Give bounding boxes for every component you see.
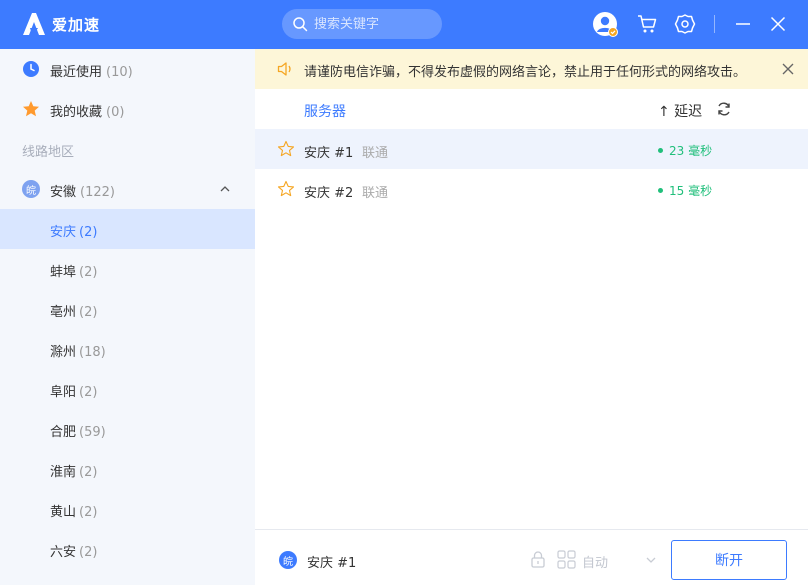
server-row[interactable]: 安庆 #2 联通 15 毫秒 — [255, 169, 808, 209]
sidebar-item-city[interactable]: 蚌埠 (2) — [0, 249, 255, 289]
sidebar-item-city[interactable]: 合肥 (59) — [0, 409, 255, 449]
minimize-icon — [736, 23, 750, 25]
minimize-button[interactable] — [730, 11, 756, 37]
server-name: 安庆 #2 — [304, 186, 354, 201]
close-icon — [770, 16, 786, 32]
logo-icon — [23, 13, 45, 35]
sidebar-item-label: 最近使用 (10) — [50, 65, 133, 80]
speaker-icon — [277, 62, 291, 76]
connection-footer: 皖 安庆 #1 自动 断开 — [255, 529, 808, 585]
current-server-name: 安庆 #1 — [307, 556, 357, 571]
current-province-badge: 皖 — [279, 551, 297, 569]
city-label: 黄山 (2) — [50, 505, 98, 520]
sidebar-item-city[interactable]: 阜阳 (2) — [0, 369, 255, 409]
favorite-star-icon[interactable] — [277, 180, 295, 198]
item-count: (122) — [80, 185, 115, 200]
server-table-header: 服务器 ↑ 延迟 — [255, 89, 808, 129]
notice-banner: 请谨防电信诈骗，不得发布虚假的网络言论，禁止用于任何形式的网络攻击。 — [255, 49, 808, 89]
close-notice-icon[interactable] — [780, 61, 796, 77]
notice-text: 请谨防电信诈骗，不得发布虚假的网络言论，禁止用于任何形式的网络攻击。 — [304, 65, 747, 80]
sidebar-item-recent[interactable]: 最近使用 (10) — [0, 49, 255, 89]
server-latency: 15 毫秒 — [658, 182, 712, 199]
sidebar-item-city[interactable]: 滁州 (18) — [0, 329, 255, 369]
server-isp: 联通 — [362, 146, 389, 161]
column-header-latency[interactable]: ↑ 延迟 — [658, 101, 702, 121]
title-bar: 爱加速 — [0, 0, 808, 49]
city-label: 亳州 (2) — [50, 305, 98, 320]
sidebar-item-label: 安徽 (122) — [50, 185, 115, 200]
search-input[interactable] — [314, 16, 434, 32]
disconnect-button[interactable]: 断开 — [671, 540, 787, 580]
city-label: 蚌埠 (2) — [50, 265, 98, 280]
main-panel: 请谨防电信诈骗，不得发布虚假的网络言论，禁止用于任何形式的网络攻击。 服务器 ↑… — [255, 49, 808, 585]
item-count: (10) — [106, 65, 133, 80]
city-label: 淮南 (2) — [50, 465, 98, 480]
settings-button[interactable] — [672, 11, 698, 37]
sidebar-item-city[interactable]: 安庆 (2) — [0, 209, 255, 249]
status-dot — [658, 188, 663, 193]
titlebar-divider — [714, 15, 715, 33]
chevron-down-icon[interactable] — [645, 554, 657, 566]
province-badge: 皖 — [22, 180, 40, 198]
mode-select[interactable]: 自动 — [582, 552, 608, 571]
section-title-regions: 线路地区 — [22, 145, 75, 160]
clock-icon — [23, 61, 39, 77]
app-name: 爱加速 — [52, 15, 101, 34]
close-window-button[interactable] — [765, 11, 791, 37]
sidebar-item-province-anhui[interactable]: 皖 安徽 (122) — [0, 169, 255, 209]
server-row[interactable]: 安庆 #1 联通 23 毫秒 — [255, 129, 808, 169]
city-label: 阜阳 (2) — [50, 385, 98, 400]
cart-icon — [638, 15, 657, 33]
search-icon — [293, 17, 308, 32]
server-name: 安庆 #1 — [304, 146, 354, 161]
city-label: 六安 (2) — [50, 545, 98, 560]
user-avatar-icon — [593, 12, 618, 37]
server-isp: 联通 — [362, 186, 389, 201]
status-dot — [658, 148, 663, 153]
city-label: 合肥 (59) — [50, 425, 106, 440]
gear-icon — [674, 14, 696, 34]
item-count: (0) — [106, 105, 125, 120]
refresh-icon[interactable] — [716, 101, 732, 117]
star-icon — [23, 101, 39, 117]
search-box[interactable] — [282, 9, 442, 39]
sidebar-item-city[interactable]: 黄山 (2) — [0, 489, 255, 529]
server-latency: 23 毫秒 — [658, 142, 712, 159]
favorite-star-icon[interactable] — [277, 140, 295, 158]
city-label: 滁州 (18) — [50, 345, 106, 360]
sidebar: 最近使用 (10) 我的收藏 (0) 线路地区 皖 安徽 (122) 安庆 (2) 蚌埠… — [0, 49, 255, 585]
sidebar-item-city[interactable]: 亳州 (2) — [0, 289, 255, 329]
app-logo: 爱加速 — [22, 12, 100, 36]
cart-button[interactable] — [634, 11, 660, 37]
grid-icon[interactable] — [557, 550, 576, 569]
lock-icon[interactable] — [529, 550, 547, 568]
sidebar-item-city[interactable]: 淮南 (2) — [0, 449, 255, 489]
chevron-up-icon[interactable] — [219, 183, 231, 195]
sidebar-item-city[interactable]: 六安 (2) — [0, 529, 255, 569]
user-avatar-button[interactable] — [592, 11, 618, 37]
city-label: 安庆 (2) — [50, 225, 98, 240]
column-header-server[interactable]: 服务器 — [304, 101, 346, 121]
sidebar-item-favorites[interactable]: 我的收藏 (0) — [0, 89, 255, 129]
sidebar-item-label: 我的收藏 (0) — [50, 105, 125, 120]
